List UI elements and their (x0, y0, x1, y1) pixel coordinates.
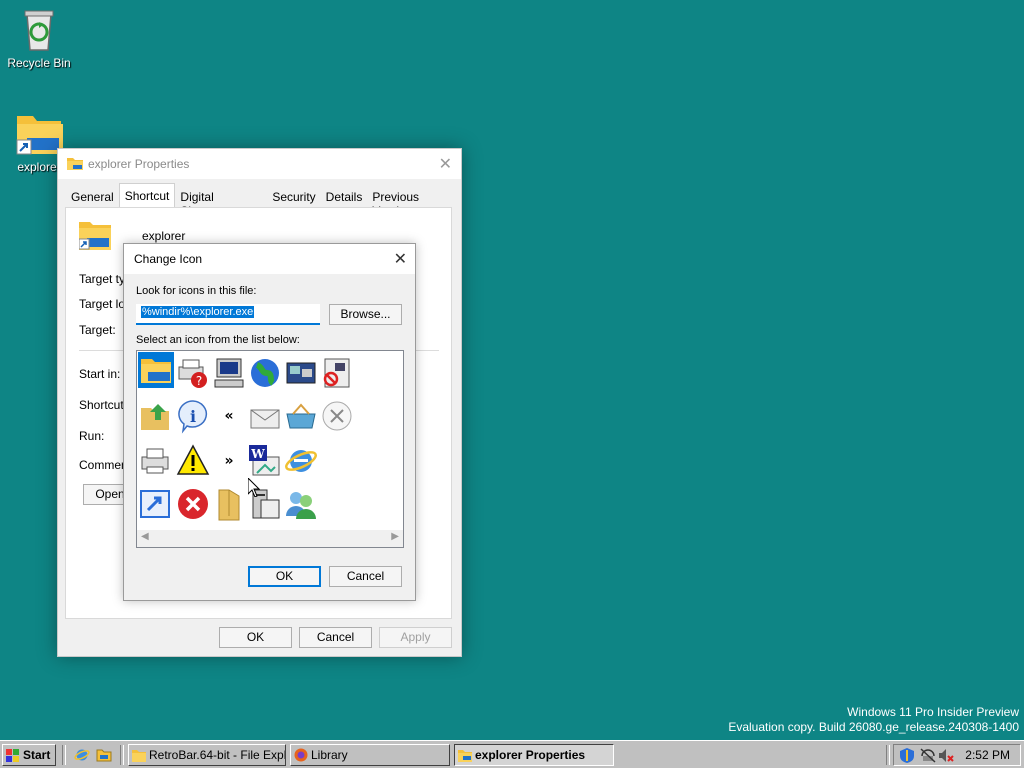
network-offline-icon[interactable] (920, 748, 936, 766)
open-folder-icon[interactable] (211, 486, 247, 522)
volume-muted-icon[interactable] (938, 748, 954, 766)
icon-file-path-input[interactable]: %windir%\explorer.exe (136, 304, 320, 325)
taskbar-item-label: RetroBar.64-bit - File Explo... (149, 748, 286, 762)
horizontal-scrollbar[interactable]: ◀ ▶ (137, 530, 403, 547)
recycle-bin-label: Recycle Bin (7, 56, 71, 70)
ie-quicklaunch-icon[interactable] (74, 747, 90, 763)
folder-icon (132, 748, 146, 762)
svg-text:i: i (190, 407, 196, 426)
folder-small-icon (67, 157, 83, 170)
tab-details[interactable]: Details (321, 186, 368, 208)
blocked-document-icon[interactable] (319, 355, 355, 391)
basket-icon[interactable] (283, 398, 319, 434)
firefox-icon (294, 748, 308, 762)
close-icon[interactable]: ✕ (394, 249, 407, 269)
recycle-bin-icon (15, 6, 63, 54)
change-icon-ok-button[interactable]: OK (248, 566, 321, 587)
explorer-quicklaunch-icon[interactable] (96, 747, 112, 763)
mouse-cursor-icon (247, 476, 261, 500)
clock[interactable]: 2:52 PM (965, 748, 1010, 762)
start-label: Start (23, 748, 51, 762)
taskbar-item-file-explorer[interactable]: RetroBar.64-bit - File Explo... (128, 744, 286, 766)
tray-divider (886, 745, 890, 765)
windows-logo-icon (6, 748, 20, 762)
start-button[interactable]: Start (2, 744, 56, 766)
browse-button[interactable]: Browse... (329, 304, 402, 325)
tab-security[interactable]: Security (267, 186, 320, 208)
svg-text:»: » (224, 453, 233, 469)
properties-titlebar[interactable]: explorer Properties ✕ (58, 149, 461, 179)
shortcut-folder-icon (78, 220, 111, 250)
change-icon-cancel-button[interactable]: Cancel (329, 566, 402, 587)
properties-ok-button[interactable]: OK (219, 627, 292, 648)
svg-text:«: « (224, 408, 233, 424)
change-icon-dialog: Change Icon ✕ Look for icons in this fil… (123, 243, 416, 601)
label-start-in: Start in: (79, 367, 121, 381)
taskbar-item-explorer-properties[interactable]: explorer Properties (454, 744, 614, 766)
desktop-icon-recycle-bin[interactable]: Recycle Bin (1, 6, 77, 70)
printer-question-icon[interactable]: ? (175, 355, 211, 391)
folder-icon (458, 748, 472, 762)
tab-previous-versions[interactable]: Previous Versions (367, 186, 461, 218)
svg-text:?: ? (196, 374, 202, 388)
svg-text:W: W (250, 447, 265, 461)
label-target: Target: (79, 323, 116, 337)
envelope-icon[interactable] (247, 398, 283, 434)
scroll-left-icon[interactable]: ◀ (141, 531, 149, 542)
quicklaunch-divider-2 (120, 745, 124, 765)
properties-cancel-button[interactable]: Cancel (299, 627, 372, 648)
windows-watermark: Windows 11 Pro Insider Preview Evaluatio… (728, 705, 1019, 735)
system-tray: 2:52 PM (893, 744, 1021, 766)
tab-general[interactable]: General (66, 186, 119, 208)
watermark-edition: Windows 11 Pro Insider Preview (847, 705, 1019, 719)
icon-list-label: Select an icon from the list below: (136, 334, 300, 346)
tab-digital-signatures[interactable]: Digital Signatures (175, 186, 267, 218)
printer-icon[interactable] (138, 443, 174, 479)
forward-arrows-icon[interactable]: » (211, 443, 247, 479)
tab-shortcut[interactable]: Shortcut (118, 183, 176, 209)
info-icon[interactable]: i (175, 398, 211, 434)
internet-explorer-icon[interactable] (283, 443, 319, 479)
icon-list[interactable]: ? i « » W ◀ ▶ (136, 350, 404, 548)
taskbar-item-label: Library (311, 748, 348, 762)
taskbar-item-library[interactable]: Library (290, 744, 450, 766)
scroll-right-icon[interactable]: ▶ (391, 531, 399, 542)
back-arrows-icon[interactable]: « (211, 398, 247, 434)
security-shield-icon[interactable] (900, 748, 914, 766)
folder-shortcut-icon (15, 110, 63, 158)
error-icon[interactable] (175, 486, 211, 522)
properties-apply-button[interactable]: Apply (379, 627, 452, 648)
quicklaunch-divider (62, 745, 66, 765)
taskbar: Start RetroBar.64-bit - File Explo... Li… (0, 740, 1024, 768)
label-run: Run: (79, 429, 105, 443)
look-for-icons-label: Look for icons in this file: (136, 285, 257, 297)
globe-icon[interactable] (247, 355, 283, 391)
cancel-circle-icon[interactable] (319, 398, 355, 434)
icon-file-path-value: %windir%\explorer.exe (141, 306, 255, 318)
warning-icon[interactable] (175, 443, 211, 479)
properties-tabs: General Shortcut Digital Signatures Secu… (66, 183, 461, 218)
wordpad-image-icon[interactable]: W (247, 443, 283, 479)
change-icon-title: Change Icon (134, 252, 203, 266)
app-window-icon[interactable] (138, 486, 174, 522)
folder-icon[interactable] (138, 352, 174, 388)
taskbar-item-label: explorer Properties (475, 748, 586, 762)
properties-title: explorer Properties (88, 157, 190, 171)
network-window-icon[interactable] (283, 355, 319, 391)
users-icon[interactable] (283, 486, 319, 522)
folder-up-icon[interactable] (138, 398, 174, 434)
change-icon-titlebar[interactable]: Change Icon ✕ (124, 244, 415, 274)
close-icon[interactable]: ✕ (439, 154, 452, 174)
shortcut-name: explorer (142, 229, 186, 243)
watermark-build: Evaluation copy. Build 26080.ge_release.… (728, 720, 1019, 734)
computer-icon[interactable] (211, 355, 247, 391)
